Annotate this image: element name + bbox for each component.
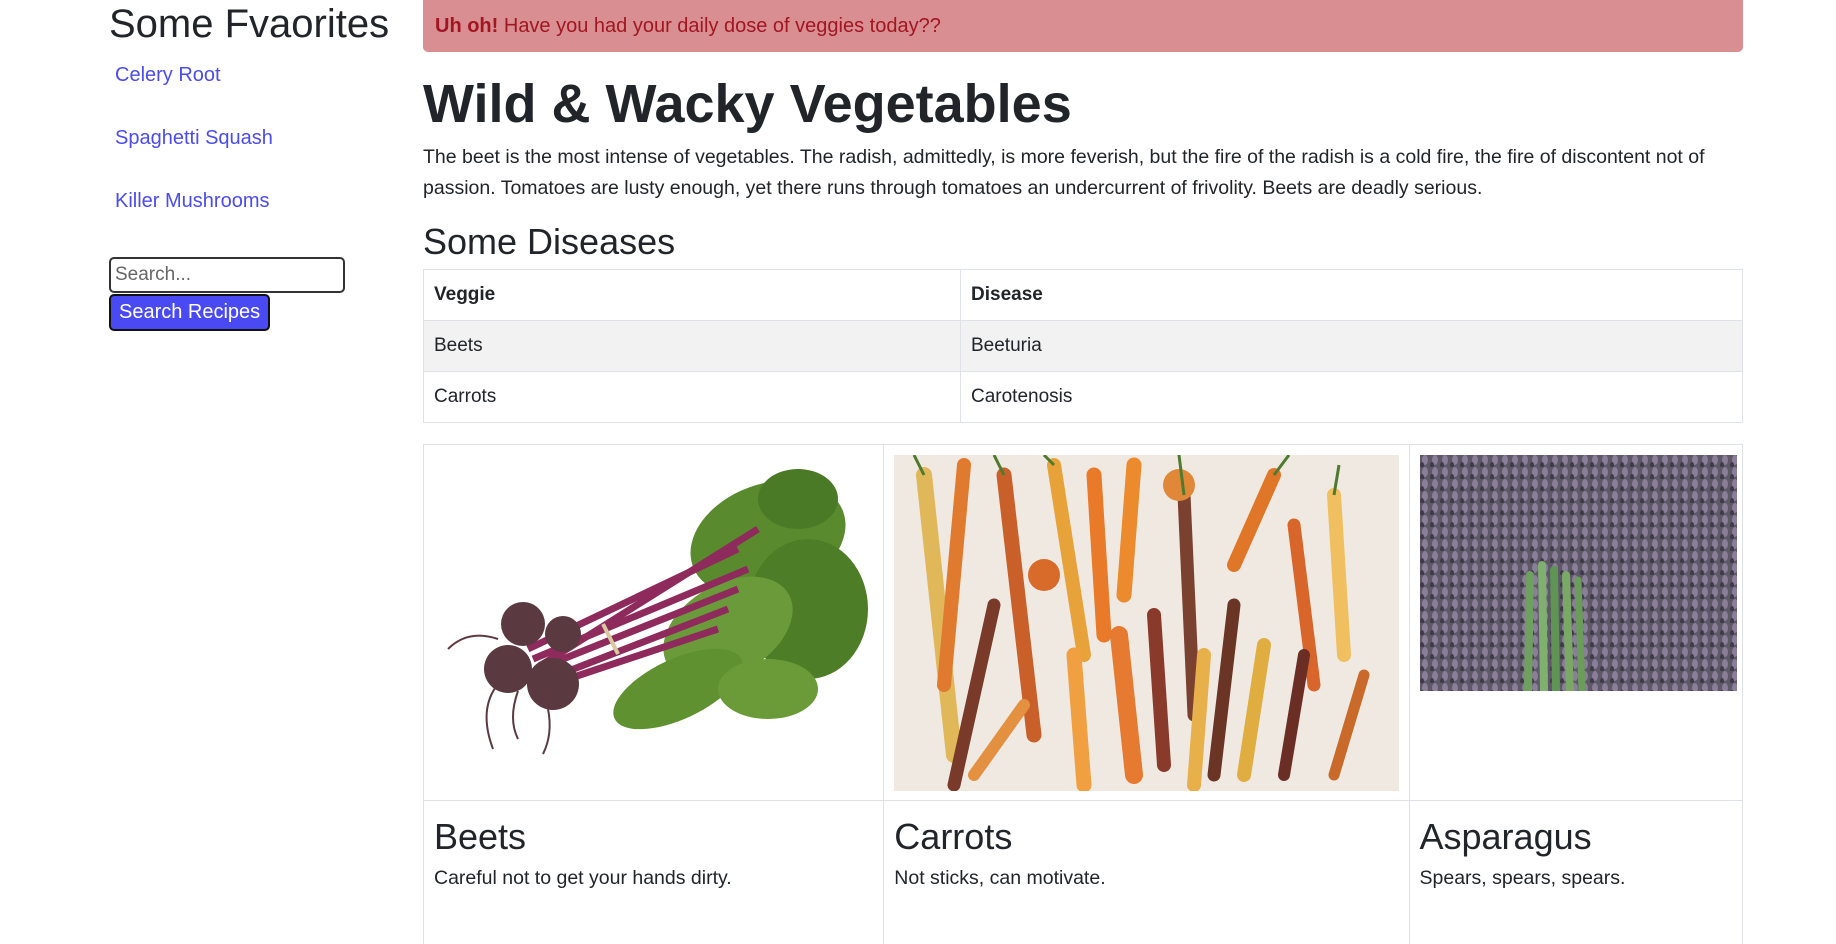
- intro-paragraph: The beet is the most intense of vegetabl…: [423, 146, 1705, 199]
- favorites-list: Celery Root Spaghetti Squash Killer Mush…: [109, 62, 409, 251]
- search-recipes-button[interactable]: Search Recipes: [109, 294, 271, 331]
- favorite-item: Spaghetti Squash: [109, 125, 409, 188]
- card-asparagus: Asparagus Spears, spears, spears.: [1409, 445, 1742, 944]
- search-input[interactable]: [109, 257, 345, 293]
- veggie-alert: Uh oh! Have you had your daily dose of v…: [423, 0, 1743, 52]
- sidebar: Some Fvaorites Celery Root Spaghetti Squ…: [109, 0, 409, 331]
- page-title: Wild & Wacky Vegetables: [423, 74, 1072, 134]
- alert-text: Have you had your daily dose of veggies …: [498, 15, 941, 37]
- asparagus-photo: [1409, 445, 1742, 801]
- table-cell-veggie: Carrots: [423, 371, 961, 423]
- card-carrots: Carrots Not sticks, can motivate.: [884, 445, 1410, 944]
- main-content: Uh oh! Have you had your daily dose of v…: [423, 0, 1743, 944]
- card-beets: Beets Careful not to get your hands dirt…: [424, 445, 885, 944]
- veggie-cards: Beets Careful not to get your hands dirt…: [423, 444, 1743, 944]
- card-title: Carrots: [894, 816, 1013, 857]
- card-title: Asparagus: [1419, 816, 1592, 857]
- alert-strong: Uh oh!: [435, 15, 499, 37]
- favorite-link-spaghetti-squash[interactable]: Spaghetti Squash: [115, 125, 273, 151]
- table-cell-disease: Beeturia: [960, 320, 1743, 372]
- disease-table: Veggie Disease Beets Beeturia Carrots Ca…: [423, 269, 1743, 423]
- asparagus-image: [1419, 455, 1737, 691]
- sidebar-title: Some Fvaorites: [109, 2, 390, 46]
- table-cell-veggie: Beets: [423, 320, 961, 372]
- table-cell-disease: Carotenosis: [960, 371, 1743, 423]
- beets-photo: [424, 445, 884, 801]
- table-header-disease: Disease: [960, 269, 1743, 321]
- card-title: Beets: [434, 816, 527, 857]
- table-header-veggie: Veggie: [423, 269, 961, 321]
- card-text: Spears, spears, spears.: [1419, 867, 1626, 889]
- favorite-item: Killer Mushrooms: [109, 188, 409, 251]
- table-row: Carrots Carotenosis: [423, 371, 1743, 423]
- beets-image: [447, 469, 868, 755]
- card-text: Not sticks, can motivate.: [894, 867, 1106, 889]
- carrots-photo: [884, 445, 1409, 801]
- favorite-link-celery-root[interactable]: Celery Root: [115, 62, 221, 88]
- table-header-row: Veggie Disease: [423, 269, 1743, 321]
- table-row: Beets Beeturia: [423, 320, 1743, 372]
- carrots-image: [894, 455, 1400, 791]
- diseases-heading: Some Diseases: [423, 221, 676, 262]
- favorite-link-killer-mushrooms[interactable]: Killer Mushrooms: [115, 188, 269, 214]
- favorite-item: Celery Root: [109, 62, 409, 125]
- card-text: Careful not to get your hands dirty.: [434, 867, 732, 889]
